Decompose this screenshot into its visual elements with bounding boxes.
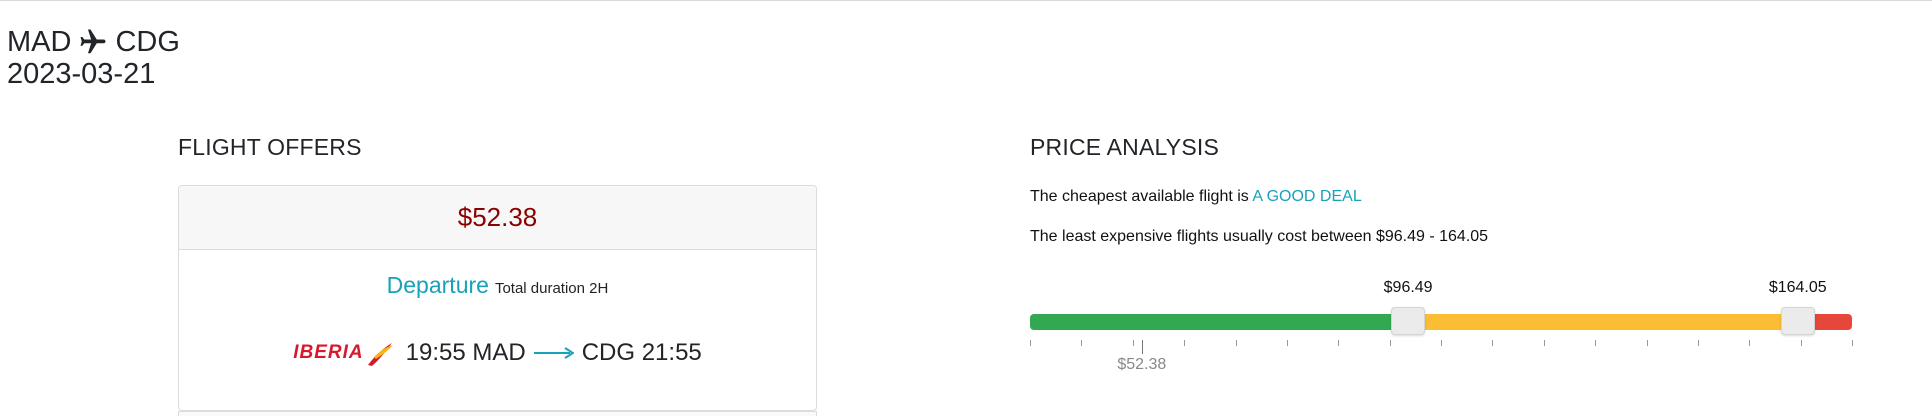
total-duration: Total duration 2H: [494, 280, 609, 297]
segment-arrival: CDG 21:55: [581, 339, 702, 366]
scale-tick: [1595, 340, 1597, 346]
high-price-handle[interactable]: [1780, 307, 1815, 335]
scale-tick: [1081, 340, 1083, 346]
price-range-statement: The least expensive flights usually cost…: [1030, 228, 1489, 245]
typical-price-segment: [1408, 314, 1798, 330]
flight-offer-card[interactable]: $52.38 Departure Total duration 2H IBERI…: [178, 185, 817, 411]
scale-tick: [1338, 340, 1340, 346]
scale-tick: [1030, 340, 1031, 346]
deal-statement: The cheapest available flight is A GOOD …: [1030, 188, 1362, 206]
origin-code: MAD: [7, 26, 72, 58]
price-range-bar: [1030, 307, 1852, 335]
low-price-handle[interactable]: [1391, 307, 1426, 335]
top-divider: [0, 0, 1932, 1]
next-offer-card-edge: [178, 411, 817, 416]
offer-body: Departure Total duration 2H IBERIA 19:55…: [179, 250, 816, 367]
scale-tick: [1286, 340, 1288, 346]
price-analysis-title: PRICE ANALYSIS: [1030, 134, 1220, 160]
current-price-label: $52.38: [1117, 356, 1167, 373]
offer-card-header: $52.38: [179, 186, 816, 250]
scale-tick: [1800, 340, 1802, 346]
scale-tick: [1132, 340, 1134, 346]
deal-prefix: The cheapest available flight is: [1030, 188, 1249, 205]
scale-tick: [1492, 340, 1494, 346]
airline-swoosh-icon: [367, 343, 393, 366]
flight-segment: IBERIA 19:55 MAD CDG 21:55: [179, 339, 816, 367]
segment-departure: 19:55 MAD: [405, 339, 526, 366]
scale-tick: [1441, 340, 1442, 346]
scale-tick: [1389, 340, 1391, 346]
departure-label: Departure: [386, 272, 489, 298]
airline-name: IBERIA: [293, 342, 364, 363]
scale-tick: [1697, 340, 1699, 346]
route-header: MAD CDG 2023-03-21: [7, 26, 180, 90]
deal-rating: A GOOD DEAL: [1252, 188, 1362, 205]
low-price-label: $96.49: [1383, 279, 1433, 296]
scale-tick: [1184, 340, 1186, 346]
route-line: MAD CDG: [7, 26, 180, 58]
scale-tick: [1235, 340, 1237, 346]
scale-tick: [1749, 340, 1751, 346]
plane-icon: [80, 29, 106, 54]
current-price-marker: [1141, 340, 1143, 354]
destination-code: CDG: [115, 26, 180, 58]
flight-offers-title: FLIGHT OFFERS: [178, 134, 362, 160]
scale-tick: [1852, 340, 1853, 346]
offer-price: $52.38: [457, 202, 538, 232]
scale-tick: [1646, 340, 1648, 346]
travel-date: 2023-03-21: [7, 58, 156, 90]
departure-line: Departure Total duration 2H: [179, 272, 816, 299]
scale-tick: [1543, 340, 1545, 346]
arrow-right-icon: [533, 347, 574, 359]
good-price-segment: [1030, 314, 1409, 330]
high-price-label: $164.05: [1768, 279, 1827, 296]
airline-logo: IBERIA: [293, 339, 393, 367]
